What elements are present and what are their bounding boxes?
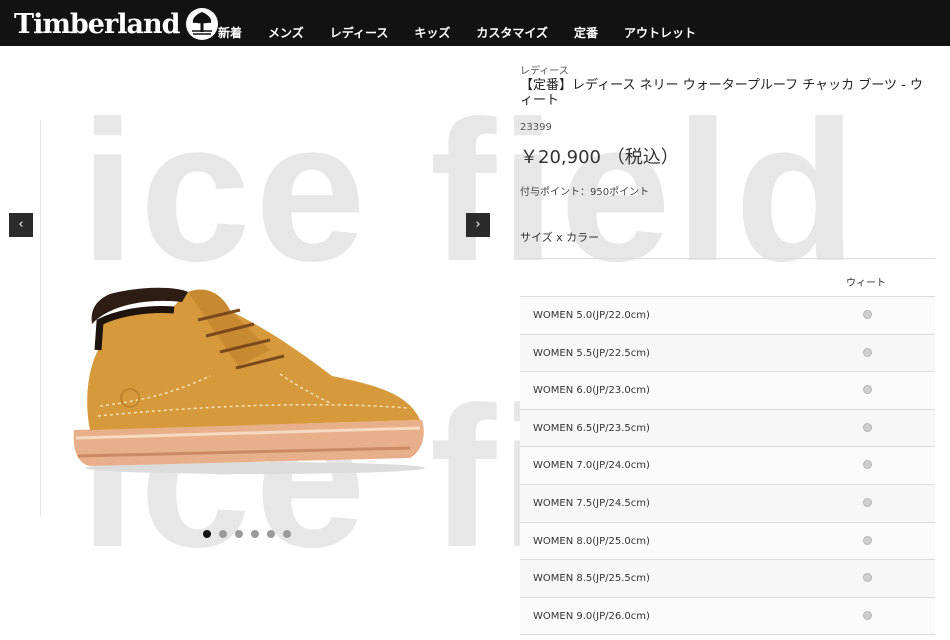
size-option-row[interactable]: WOMEN 6.0(JP/23.0cm)	[520, 372, 935, 410]
size-radio-button[interactable]	[863, 347, 872, 357]
tree-logo-icon	[186, 8, 219, 40]
product-code: 23399	[520, 122, 552, 133]
size-label: WOMEN 8.5(JP/25.5cm)	[533, 573, 650, 585]
size-option-row[interactable]: WOMEN 5.5(JP/22.5cm)	[520, 334, 935, 373]
size-label: WOMEN 7.5(JP/24.5cm)	[533, 497, 650, 509]
size-radio-button[interactable]	[863, 610, 872, 620]
gallery-dot[interactable]	[267, 530, 275, 538]
reward-points: 付与ポイント：950ポイント	[520, 187, 650, 198]
product-image-boot[interactable]	[70, 280, 430, 480]
size-label: WOMEN 7.0(JP/24.0cm)	[533, 460, 650, 472]
variant-label: サイズ x カラー	[520, 231, 600, 244]
size-radio-button[interactable]	[863, 422, 872, 432]
gallery-pagination	[203, 530, 299, 538]
table-header: ウィート	[520, 259, 935, 297]
nav-item-kids[interactable]: キッズ	[414, 24, 450, 41]
top-navigation-bar: Timberland 新着 メンズ レディース キッズ カスタマイズ 定番 アウ…	[0, 0, 950, 46]
nav-item-outlet[interactable]: アウトレット	[624, 24, 696, 41]
size-radio-button[interactable]	[863, 497, 872, 507]
gallery-dot[interactable]	[235, 530, 243, 538]
nav-item-mens[interactable]: メンズ	[268, 24, 304, 41]
chevron-left-icon: ‹	[18, 217, 24, 232]
nav-item-new[interactable]: 新着	[218, 24, 242, 41]
size-option-row[interactable]: WOMEN 5.0(JP/22.0cm)	[520, 297, 935, 335]
product-category[interactable]: レディース	[520, 62, 940, 77]
size-label: WOMEN 8.0(JP/25.0cm)	[533, 535, 650, 547]
color-column-header: ウィート	[846, 278, 886, 289]
product-price: ￥20,900 （税込）	[520, 147, 679, 168]
nav-item-womens[interactable]: レディース	[330, 24, 389, 41]
size-radio-button[interactable]	[863, 573, 872, 583]
nav-item-classics[interactable]: 定番	[574, 24, 598, 41]
chevron-right-icon: ›	[475, 217, 481, 232]
size-option-row[interactable]: WOMEN 8.5(JP/25.5cm)	[520, 560, 935, 598]
size-label: WOMEN 9.0(JP/26.0cm)	[533, 610, 650, 622]
size-option-row[interactable]: WOMEN 6.5(JP/23.5cm)	[520, 409, 935, 448]
product-title: 【定番】レディース ネリー ウォータープルーフ チャッカ ブーツ - ウィート	[520, 78, 923, 108]
nav-item-customize[interactable]: カスタマイズ	[476, 24, 548, 41]
size-radio-button[interactable]	[863, 460, 872, 470]
size-color-table: ウィート WOMEN 5.0(JP/22.0cm) WOMEN 5.5(JP/22…	[520, 258, 935, 636]
gallery-dot[interactable]	[203, 530, 211, 538]
gallery-dot[interactable]	[283, 530, 291, 538]
logo-text: Timberland	[14, 8, 180, 40]
size-option-row[interactable]: WOMEN 7.0(JP/24.0cm)	[520, 447, 935, 485]
size-label: WOMEN 6.5(JP/23.5cm)	[533, 422, 650, 434]
gallery-dot[interactable]	[251, 530, 259, 538]
size-radio-button[interactable]	[863, 310, 872, 319]
size-label: WOMEN 5.0(JP/22.0cm)	[533, 310, 650, 321]
size-radio-button[interactable]	[863, 385, 872, 395]
gallery-next-button[interactable]: ›	[466, 213, 490, 237]
product-info: レディース 【定番】レディース ネリー ウォータープルーフ チャッカ ブーツ -…	[520, 62, 940, 108]
size-option-row[interactable]: WOMEN 7.5(JP/24.5cm)	[520, 484, 935, 523]
timberland-logo[interactable]: Timberland	[14, 6, 219, 42]
main-nav: 新着 メンズ レディース キッズ カスタマイズ 定番 アウトレット	[218, 0, 722, 46]
size-radio-button[interactable]	[863, 535, 872, 545]
size-label: WOMEN 5.5(JP/22.5cm)	[533, 347, 650, 359]
size-option-row[interactable]: WOMEN 9.0(JP/26.0cm)	[520, 597, 935, 636]
size-label: WOMEN 6.0(JP/23.0cm)	[533, 385, 650, 397]
gallery-prev-button[interactable]: ‹	[9, 213, 33, 237]
size-option-row[interactable]: WOMEN 8.0(JP/25.0cm)	[520, 522, 935, 561]
gallery-dot[interactable]	[219, 530, 227, 538]
